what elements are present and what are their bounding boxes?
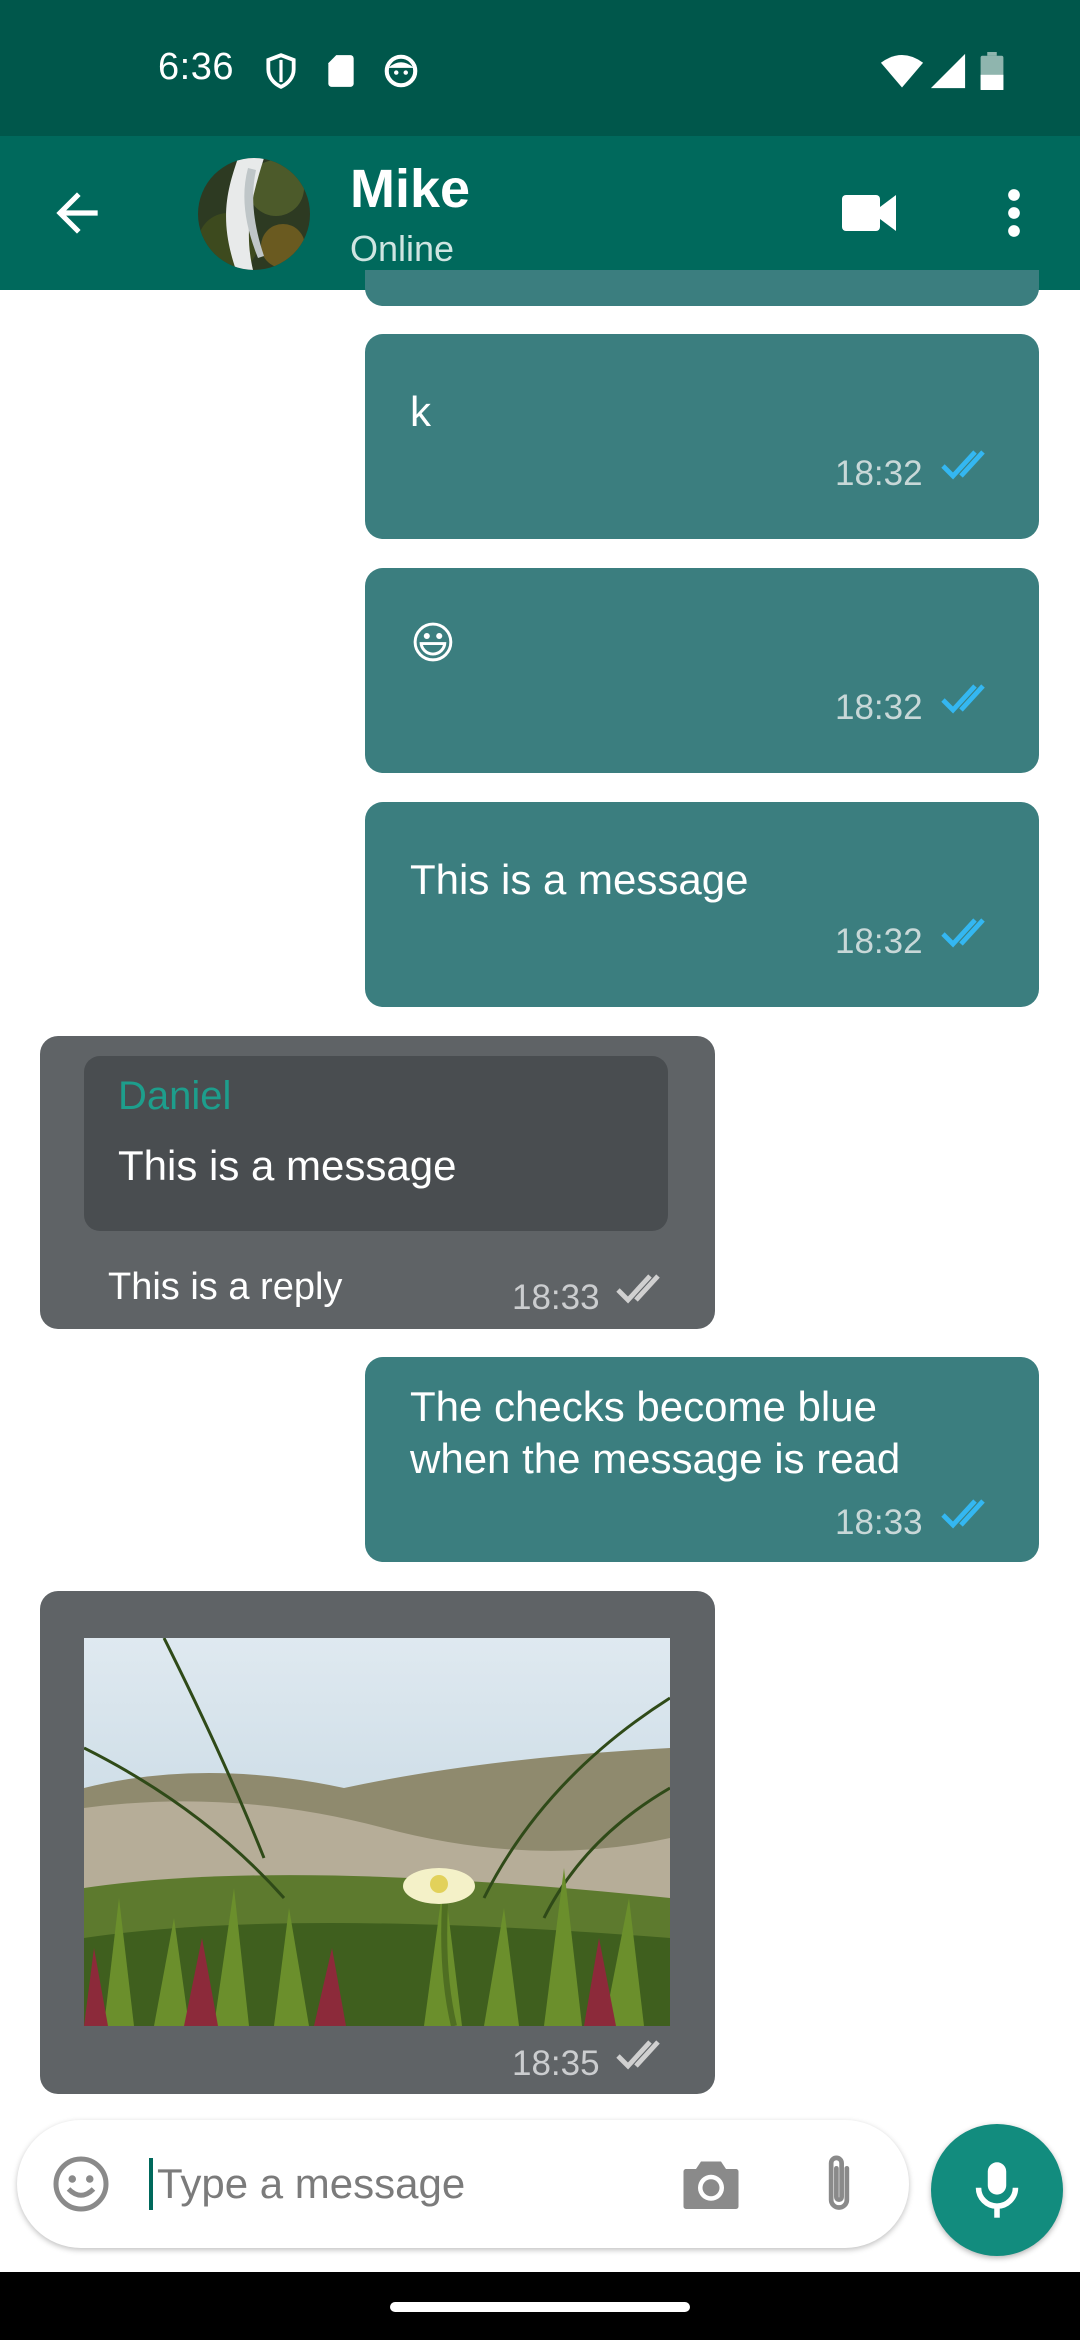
read-ticks-icon [941, 684, 985, 714]
message-bubble-incoming-image[interactable]: 18:35 [40, 1591, 715, 2094]
message-text: 😃 [410, 619, 456, 668]
cell-signal-icon [928, 52, 968, 95]
message-time: 18:32 [835, 688, 923, 727]
attach-icon [828, 2155, 850, 2210]
status-time: 6:36 [158, 46, 234, 88]
camera-icon [683, 2161, 739, 2209]
emoji-icon [53, 2156, 109, 2212]
voice-record-button[interactable] [931, 2124, 1063, 2256]
shield-icon [262, 52, 300, 90]
read-ticks-icon [941, 918, 985, 948]
read-ticks-icon [941, 450, 985, 480]
videocam-icon [842, 195, 896, 231]
wifi-icon [880, 52, 924, 95]
more-vert-icon [1008, 189, 1020, 237]
message-time: 18:35 [512, 2044, 600, 2083]
message-text: k [410, 388, 431, 435]
quoted-text: This is a message [118, 1142, 457, 1189]
message-text-line-2: when the message is read [410, 1435, 901, 1482]
message-bubble-outgoing[interactable]: 😃 18:32 [365, 568, 1039, 773]
message-text: This is a reply [108, 1266, 343, 1308]
video-call-button[interactable] [840, 186, 900, 240]
contact-avatar[interactable] [198, 158, 310, 270]
message-bubble-outgoing[interactable]: k 18:32 [365, 334, 1039, 539]
message-bubble-outgoing[interactable]: This is a message 18:32 [365, 802, 1039, 1007]
message-bubble-outgoing[interactable]: The checks become blue when the message … [365, 1357, 1039, 1562]
chat-header: Mike Online [0, 136, 1080, 290]
message-bubble-partial[interactable] [365, 270, 1039, 306]
message-text-line-1: The checks become blue [410, 1383, 877, 1430]
sd-card-icon [322, 52, 360, 90]
message-photo[interactable] [84, 1638, 670, 2026]
attach-button[interactable] [817, 2150, 861, 2218]
contact-name[interactable]: Mike [350, 158, 470, 220]
read-ticks-icon [941, 1499, 985, 1529]
message-time: 18:33 [835, 1503, 923, 1542]
back-button[interactable] [46, 182, 108, 244]
message-time: 18:32 [835, 922, 923, 961]
emoji-button[interactable] [51, 2154, 111, 2214]
system-nav-bar [0, 2272, 1080, 2340]
message-text: This is a message [410, 856, 749, 903]
message-composer [17, 2120, 909, 2248]
message-input[interactable] [157, 2146, 677, 2222]
message-time: 18:32 [835, 454, 923, 493]
status-bar: 6:36 [0, 0, 1080, 136]
contact-status: Online [350, 228, 455, 269]
camera-button[interactable] [681, 2156, 741, 2212]
battery-icon [980, 52, 1004, 95]
message-time: 18:33 [512, 1278, 600, 1317]
face-icon [382, 52, 420, 90]
delivered-ticks-icon [616, 1274, 660, 1304]
quoted-author: Daniel [118, 1074, 232, 1118]
text-cursor [149, 2158, 153, 2210]
quoted-message[interactable]: Daniel This is a message [84, 1056, 668, 1231]
mic-icon [975, 2162, 1019, 2218]
arrow-back-icon [56, 192, 98, 234]
delivered-ticks-icon [616, 2040, 660, 2070]
home-gesture-handle[interactable] [390, 2302, 690, 2312]
message-bubble-incoming-reply[interactable]: Daniel This is a message This is a reply… [40, 1036, 715, 1329]
more-options-button[interactable] [994, 186, 1034, 240]
